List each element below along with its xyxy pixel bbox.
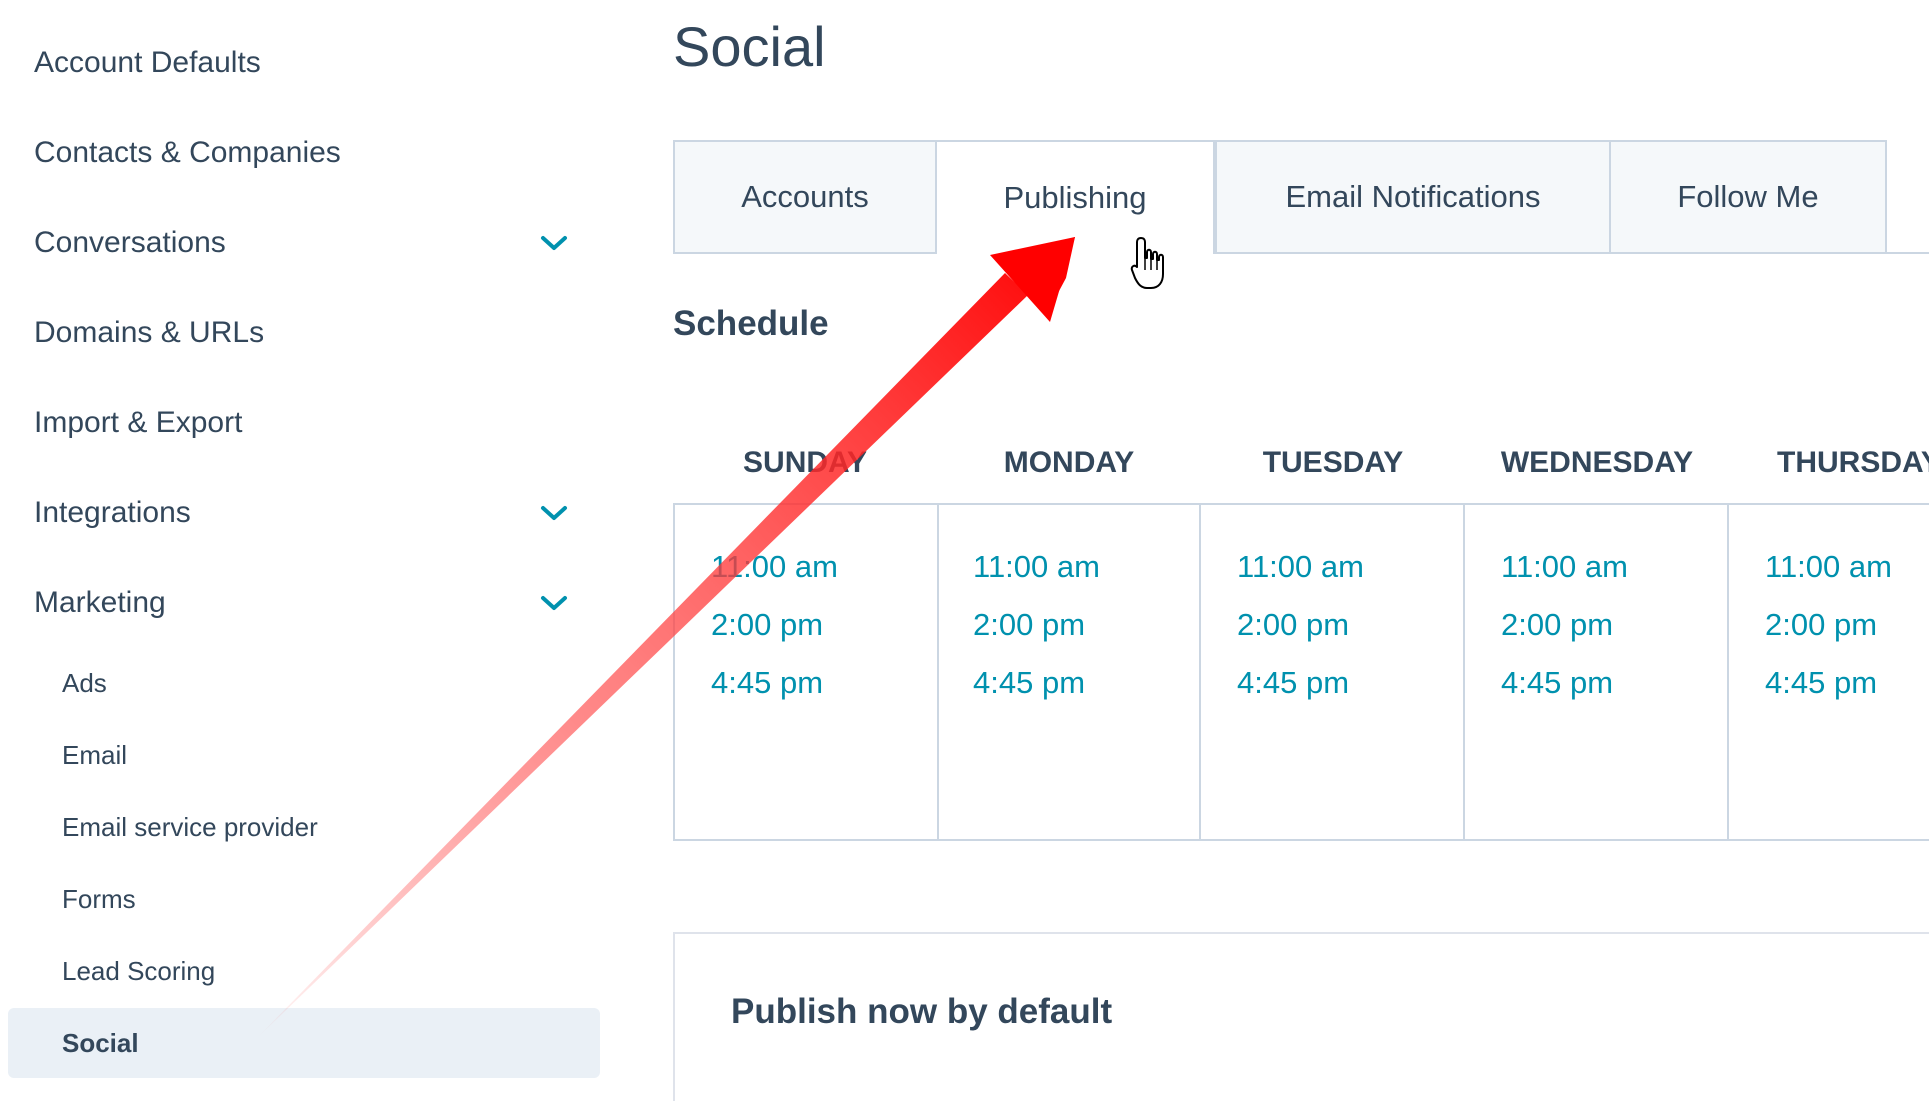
tab-follow-me[interactable]: Follow Me [1609,140,1887,252]
sidebar-subitem-label: Email [62,739,128,770]
sidebar-item-domains-urls[interactable]: Domains & URLs [34,303,574,363]
schedule-grid: 11:00 am 2:00 pm 4:45 pm 11:00 am 2:00 p… [673,503,1929,841]
sidebar-subitem-lead-scoring[interactable]: Lead Scoring [8,936,600,1006]
page-title: Social [673,15,826,78]
time-slot[interactable]: 2:00 pm [1501,607,1613,643]
sidebar-item-label: Integrations [34,496,191,529]
day-column-monday: 11:00 am 2:00 pm 4:45 pm [937,505,1201,839]
sidebar-subitem-label: Social [62,1027,139,1058]
schedule-heading: Schedule [673,304,829,343]
sidebar-subitem-ads[interactable]: Ads [8,648,600,718]
sidebar-item-label: Import & Export [34,406,243,439]
day-header-tuesday: TUESDAY [1262,446,1404,479]
time-slot[interactable]: 4:45 pm [1237,665,1349,701]
tab-accounts[interactable]: Accounts [673,140,937,252]
sidebar-item-account-defaults[interactable]: Account Defaults [34,33,574,93]
day-column-sunday: 11:00 am 2:00 pm 4:45 pm [675,505,939,839]
settings-page: Account Defaults Contacts & Companies Co… [0,0,1929,1101]
chevron-down-icon[interactable] [534,583,574,623]
publish-default-card: Publish now by default [673,932,1929,1101]
sidebar-item-label: Account Defaults [34,46,261,79]
tab-label: Publishing [1003,180,1147,215]
tab-label: Email Notifications [1285,179,1541,214]
sidebar-item-label: Domains & URLs [34,316,265,349]
sidebar-subitem-label: Email service provider [62,811,318,842]
sidebar-item-marketing[interactable]: Marketing [34,573,574,633]
tab-email-notifications[interactable]: Email Notifications [1215,140,1611,252]
tab-label: Follow Me [1677,179,1819,214]
sidebar-subitem-label: Forms [62,883,136,914]
sidebar-item-contacts-companies[interactable]: Contacts & Companies [34,123,574,183]
day-header-wednesday: WEDNESDAY [1500,446,1694,479]
day-column-tuesday: 11:00 am 2:00 pm 4:45 pm [1201,505,1465,839]
sidebar-subitem-label: Ads [62,667,107,698]
sidebar-item-import-export[interactable]: Import & Export [34,393,574,453]
time-slot[interactable]: 4:45 pm [973,665,1085,701]
settings-sidebar: Account Defaults Contacts & Companies Co… [0,0,610,1101]
time-slot[interactable]: 11:00 am [1501,549,1628,585]
sidebar-subitem-email-service-provider[interactable]: Email service provider [8,792,600,862]
chevron-down-icon[interactable] [534,223,574,263]
day-header-sunday: SUNDAY [743,446,867,479]
publish-default-title: Publish now by default [731,992,1113,1031]
sidebar-subitem-label: Lead Scoring [62,955,216,986]
time-slot[interactable]: 11:00 am [1237,549,1364,585]
time-slot[interactable]: 4:45 pm [1765,665,1877,701]
main-content: Social Accounts Publishing Email Notific… [673,0,1929,1101]
day-column-thursday: 11:00 am 2:00 pm 4:45 pm [1729,505,1929,839]
day-column-wednesday: 11:00 am 2:00 pm 4:45 pm [1465,505,1729,839]
tab-bar: Accounts Publishing Email Notifications … [673,140,1929,254]
time-slot[interactable]: 11:00 am [1765,549,1892,585]
time-slot[interactable]: 11:00 am [973,549,1100,585]
chevron-down-icon[interactable] [534,493,574,533]
sidebar-subitem-social[interactable]: Social [8,1008,600,1078]
time-slot[interactable]: 2:00 pm [1765,607,1877,643]
tab-bar-divider [673,252,1929,254]
sidebar-subitem-forms[interactable]: Forms [8,864,600,934]
day-header-thursday: THURSDAY [1777,446,1929,479]
time-slot[interactable]: 2:00 pm [711,607,823,643]
sidebar-item-label: Contacts & Companies [34,136,341,169]
tab-publishing[interactable]: Publishing [935,140,1215,254]
tab-label: Accounts [741,179,869,214]
time-slot[interactable]: 4:45 pm [711,665,823,701]
time-slot[interactable]: 11:00 am [711,549,838,585]
sidebar-item-label: Marketing [34,586,166,619]
time-slot[interactable]: 2:00 pm [1237,607,1349,643]
sidebar-subitem-email[interactable]: Email [8,720,600,790]
sidebar-item-label: Conversations [34,226,226,259]
time-slot[interactable]: 2:00 pm [973,607,1085,643]
day-header-monday: MONDAY [1003,446,1135,479]
sidebar-item-conversations[interactable]: Conversations [34,213,574,273]
sidebar-item-integrations[interactable]: Integrations [34,483,574,543]
time-slot[interactable]: 4:45 pm [1501,665,1613,701]
